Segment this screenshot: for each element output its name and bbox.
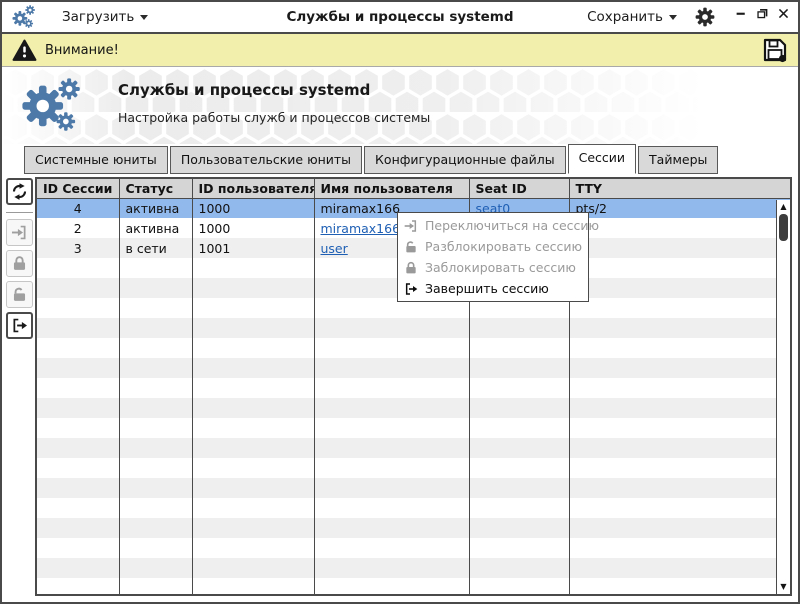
unlock-icon [10,285,29,304]
table-row-empty [37,358,790,378]
cell-user-id: 1001 [192,238,315,258]
tab-sessions[interactable]: Сессии [567,144,637,174]
cell-status: активна [119,218,193,238]
refresh-icon [10,182,29,201]
app-gears-icon [12,5,35,28]
table-row-empty [37,538,790,558]
cell-user-id: 1000 [192,198,315,218]
session-toolbar [5,178,34,343]
lock-icon [10,254,29,273]
menu-item-switch-session: Переключиться на сессию [398,215,599,236]
cell-status: в сети [119,238,193,258]
cell-tty [569,218,790,238]
terminate-session-icon [403,281,419,297]
column-header-user-id[interactable]: ID пользователя [192,179,315,199]
save-dropdown-label: Сохранить [587,9,663,25]
warning-icon [12,39,37,61]
column-header-seat-id[interactable]: Seat ID [469,179,570,199]
tab-system-units[interactable]: Системные юниты [24,146,168,174]
chevron-down-icon [140,14,149,24]
settings-gear-icon[interactable] [695,7,715,27]
maximize-button[interactable] [756,7,769,20]
table-row-empty [37,578,790,594]
close-button[interactable] [777,7,790,20]
cell-tty [569,238,790,258]
toolbar-separator [6,212,33,213]
vertical-scrollbar[interactable]: ▲ ▼ [776,200,790,594]
scroll-up-arrow-icon[interactable]: ▲ [777,201,790,213]
warning-bar: Внимание! [2,34,798,67]
sessions-panel: ID Сессии Статус ID пользователя Имя пол… [2,174,798,602]
table-row-empty [37,398,790,418]
chevron-down-icon [669,14,677,24]
menu-item-label: Завершить сессию [425,281,549,296]
page-title: Службы и процессы systemd [118,81,371,99]
menu-item-unlock-session: Разблокировать сессию [398,236,588,257]
title-bar: Загрузить Службы и процессы systemd Сохр… [2,2,798,34]
table-header-row: ID Сессии Статус ID пользователя Имя пол… [37,179,790,199]
cell-status: активна [119,198,193,218]
terminate-session-button[interactable] [6,312,33,339]
column-header-tty[interactable]: TTY [569,179,790,199]
save-report-icon[interactable] [762,37,788,63]
user-name-link[interactable]: miramax166 [321,221,401,236]
page-subtitle: Настройка работы служб и процессов систе… [118,110,431,125]
table-row-empty [37,498,790,518]
tab-timers[interactable]: Таймеры [638,146,719,174]
lock-icon [403,260,419,276]
lock-session-button [6,250,33,277]
scrollbar-thumb[interactable] [779,214,788,241]
cell-session-id: 2 [37,218,120,238]
unlock-icon [403,239,419,255]
app-window: Загрузить Службы и процессы systemd Сохр… [0,0,800,604]
menu-item-lock-session: Заблокировать сессию [398,257,588,278]
cell-tty: pts/2 [569,198,790,218]
table-row-empty [37,558,790,578]
save-dropdown-button[interactable]: Сохранить [583,7,681,27]
menu-item-label: Переключиться на сессию [425,218,600,233]
tab-config-files[interactable]: Конфигурационные файлы [364,146,566,174]
user-name-link[interactable]: user [321,241,348,256]
tab-user-units[interactable]: Пользовательские юниты [169,146,363,174]
app-logo-gears [22,78,80,131]
cell-session-id: 3 [37,238,120,258]
table-row-empty [37,338,790,358]
switch-session-icon [10,223,29,242]
scroll-down-arrow-icon[interactable]: ▼ [777,581,790,593]
table-row-empty [37,378,790,398]
load-dropdown-button[interactable]: Загрузить [58,7,152,27]
minimize-button[interactable] [735,7,748,20]
switch-session-icon [403,218,419,234]
warning-label: Внимание! [45,42,119,58]
menu-item-label: Разблокировать сессию [425,239,583,254]
page-header: Службы и процессы systemd Настройка рабо… [2,67,798,144]
table-row-empty [37,458,790,478]
cell-session-id: 4 [37,198,120,218]
column-header-session-id[interactable]: ID Сессии [37,179,120,199]
unlock-session-button [6,281,33,308]
menu-item-label: Заблокировать сессию [425,260,576,275]
switch-session-button [6,219,33,246]
tab-bar: Системные юниты Пользовательские юниты К… [2,144,798,174]
table-row-empty [37,318,790,338]
table-row-empty [37,418,790,438]
cell-user-id: 1000 [192,218,315,238]
terminate-session-icon [10,316,29,335]
table-row-empty [37,478,790,498]
session-context-menu: Переключиться на сессию Разблокировать с… [397,212,599,302]
table-row-empty [37,438,790,458]
refresh-button[interactable] [6,178,33,205]
column-header-status[interactable]: Статус [119,179,193,199]
table-row-empty [37,518,790,538]
load-dropdown-label: Загрузить [62,9,135,25]
column-header-user-name[interactable]: Имя пользователя [314,179,470,199]
menu-item-terminate-session[interactable]: Завершить сессию [398,278,588,299]
